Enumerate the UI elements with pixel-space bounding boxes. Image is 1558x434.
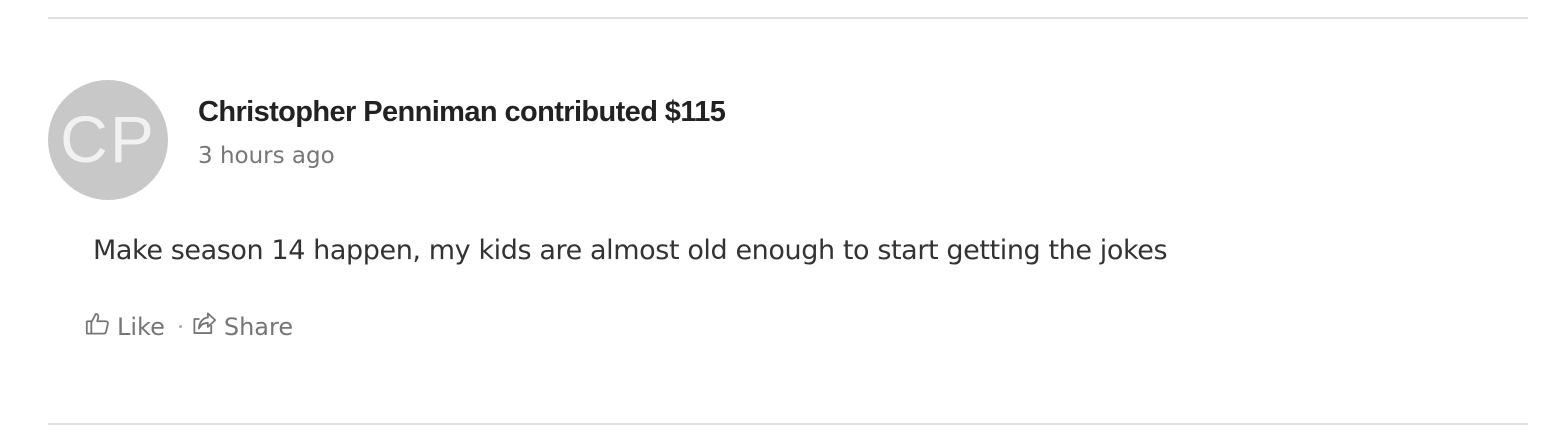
- contribution-timestamp: 3 hours ago: [198, 143, 335, 169]
- like-button[interactable]: Like: [84, 310, 165, 343]
- share-icon: [191, 310, 224, 343]
- share-label: Share: [223, 312, 294, 341]
- action-separator: [178, 325, 182, 328]
- contribution-headline: Christopher Penniman contributed $115: [198, 96, 726, 128]
- thumbs-up-icon: [84, 310, 117, 343]
- like-label: Like: [117, 312, 165, 341]
- share-button[interactable]: Share: [191, 310, 293, 343]
- top-divider: [48, 17, 1528, 19]
- avatar: CP: [48, 80, 168, 200]
- contribution-comment: Make season 14 happen, my kids are almos…: [93, 235, 1168, 266]
- action-bar: Like Share: [84, 310, 293, 343]
- avatar-initials: CP: [60, 102, 156, 176]
- bottom-divider: [48, 423, 1528, 425]
